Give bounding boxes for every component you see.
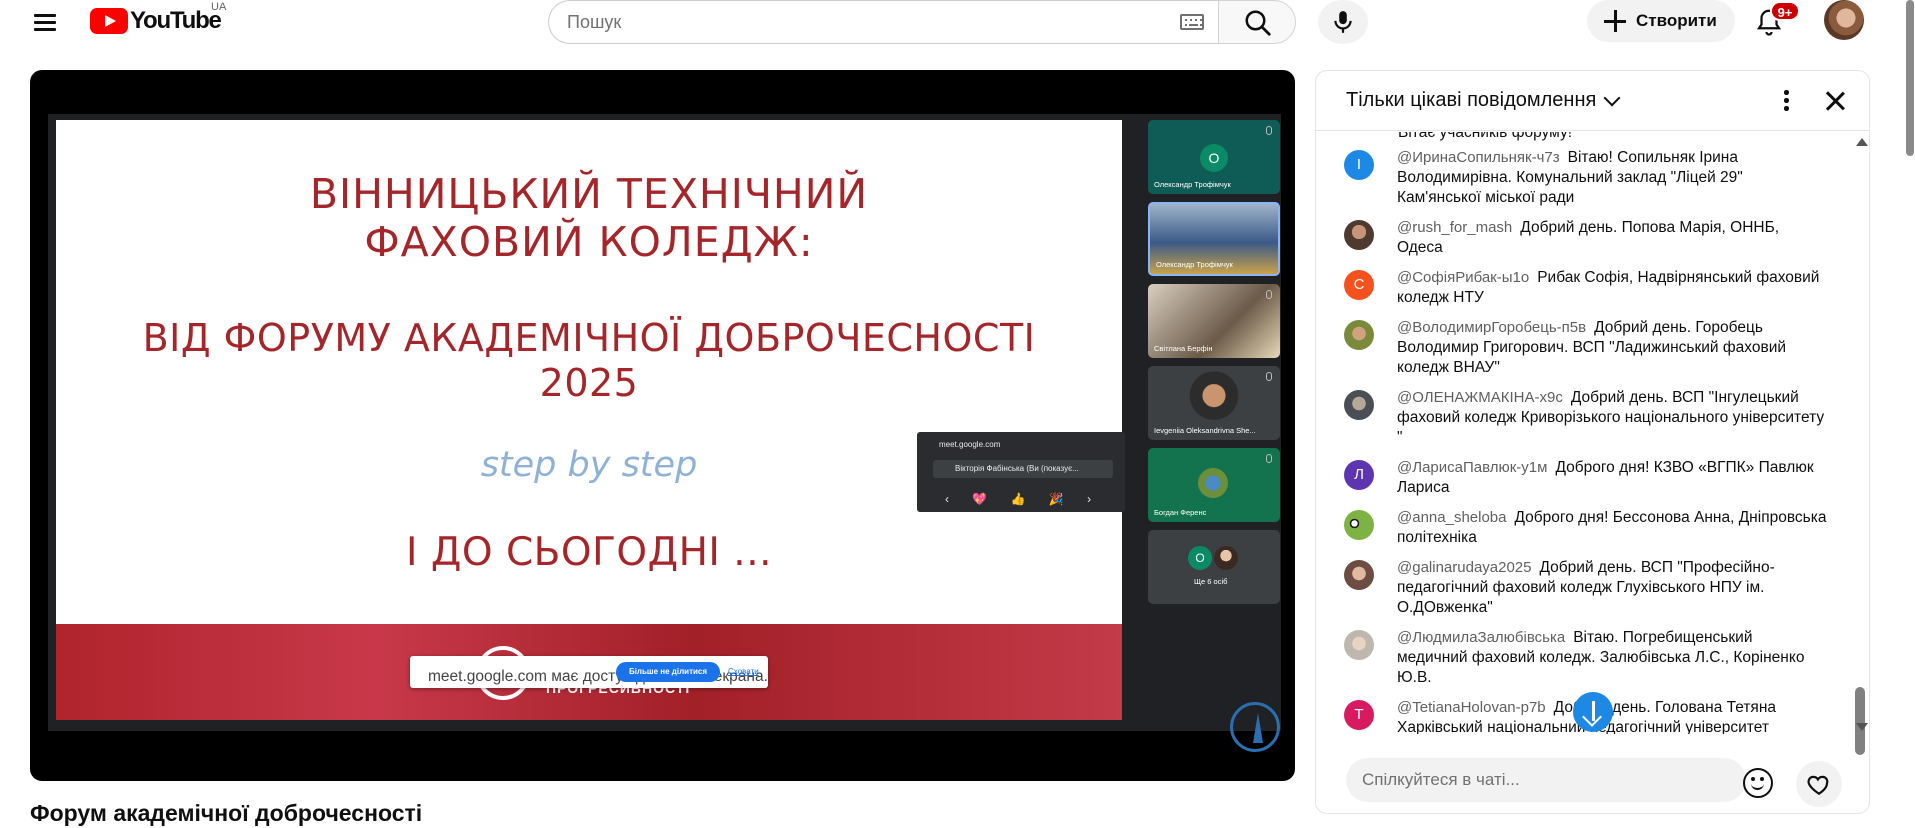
chat-message-text: Вітає учасників форуму! [1398,132,1573,141]
author-avatar[interactable] [1344,630,1374,660]
participant-tile[interactable]: О Ще 6 осіб [1148,530,1280,604]
top-bar: YouTube UA Створити 9+ [0,0,1915,44]
author-name[interactable]: @ЛюдмилаЗалюбівська [1397,629,1565,646]
author-name[interactable]: @ИринаСопильняк-ч7з [1397,149,1560,166]
author-name[interactable]: @rush_for_mash [1397,219,1512,236]
participant-tile: Ievgeniia Oleksandrivna She... [1148,366,1280,440]
close-icon[interactable] [1821,87,1849,115]
author-avatar[interactable] [1344,390,1374,420]
notification-badge: 9+ [1770,1,1800,21]
more-options-icon[interactable] [1776,87,1796,115]
chat-input-box [1346,758,1746,802]
meet-popup: meet.google.com Вікторія Фабінська (Ви (… [917,432,1125,512]
author-name[interactable]: @ЛарисаПавлюк-у1м [1397,459,1547,476]
chat-scrollbar[interactable] [1852,131,1868,755]
scroll-up-arrow-icon[interactable] [1856,138,1868,146]
popup-reactions: ‹ 💖 👍 🎉 › [945,492,1102,506]
jump-to-latest-button[interactable] [1573,692,1613,732]
participant-tile: Світлана Берфін [1148,284,1280,358]
author-name[interactable]: @ВолодимирГоробець-п5в [1397,319,1586,336]
search-button[interactable] [1218,0,1296,44]
participant-initial: О [1188,546,1212,570]
author-avatar[interactable]: Л [1344,460,1374,490]
slide-subtitle: ВІД ФОРУМУ АКАДЕМІЧНОЇ ДОБРОЧЕСНОСТІ 202… [142,316,1036,405]
chevron-down-icon [1603,89,1621,106]
muted-mic-icon [1266,290,1272,299]
muted-mic-icon [1266,372,1272,381]
menu-icon[interactable] [28,6,64,34]
participant-photo [1198,468,1228,498]
chat-header: Тільки цікаві повідомлення [1316,71,1869,131]
video-title: Форум академічної доброчесності [30,800,423,826]
chat-message-list: Вітає учасників форуму! І @ИринаСопильня… [1316,132,1856,734]
popup-url: meet.google.com [939,440,1001,449]
more-participants-label: Ще 6 осіб [1194,577,1228,586]
microphone-icon [1334,11,1352,33]
participant-name: Ievgeniia Oleksandrivna She... [1154,426,1256,435]
author-avatar[interactable] [1344,220,1374,250]
participant-tile: О Олександр Трофімчук [1148,120,1280,194]
author-avatar[interactable] [1344,510,1374,540]
search-box [548,0,1218,44]
popup-presenter: Вікторія Фабінська (Ви (показує... [933,460,1113,478]
participant-name: Олександр Трофімчук [1154,180,1231,189]
participant-photo [1214,546,1238,570]
author-name[interactable]: @ОЛЕНАЖМАКІНА-х9с [1397,389,1563,406]
chat-mode-selector[interactable]: Тільки цікаві повідомлення [1346,89,1621,112]
participant-tile: Олександр Трофімчук [1148,202,1280,276]
slide-title: ВІННИЦЬКИЙ ТЕХНІЧНИЙ ФАХОВИЙ КОЛЕДЖ: [309,170,869,266]
create-button[interactable]: Створити [1587,0,1735,42]
author-avatar[interactable]: T [1344,700,1374,730]
muted-mic-icon [1266,454,1272,463]
slide-closing: І ДО СЬОГОДНІ ... [405,530,772,575]
stop-sharing-button[interactable]: Більше не ділитися [616,662,720,682]
create-label: Створити [1636,11,1717,30]
participant-name: Світлана Берфін [1154,344,1213,353]
youtube-play-icon [90,8,128,34]
search-icon [1245,10,1271,36]
author-name[interactable]: @TetianaHolovan-p7b [1397,699,1546,716]
reaction-button[interactable] [1796,761,1842,807]
author-name[interactable]: @anna_sheloba [1397,509,1506,526]
youtube-logo[interactable]: YouTube [90,6,222,36]
page-scrollbar-thumb[interactable] [1906,0,1914,156]
scroll-down-arrow-icon[interactable] [1856,723,1868,731]
video-player[interactable]: ВІННИЦЬКИЙ ТЕХНІЧНИЙ ФАХОВИЙ КОЛЕДЖ: ВІД… [30,70,1295,781]
author-avatar[interactable]: С [1344,270,1374,300]
participant-name: Олександр Трофімчук [1156,260,1233,269]
keyboard-icon[interactable] [1180,14,1204,30]
page-scrollbar[interactable] [1904,0,1915,828]
search-input[interactable] [567,9,1127,35]
participant-name: Богдан Ференс [1154,508,1207,517]
scrollbar-thumb[interactable] [1855,687,1865,755]
presentation-slide: ВІННИЦЬКИЙ ТЕХНІЧНИЙ ФАХОВИЙ КОЛЕДЖ: ВІД… [56,120,1122,720]
hide-link[interactable]: Сховати [728,667,759,676]
chat-mode-label: Тільки цікаві повідомлення [1346,89,1597,111]
logo-text: YouTube [130,7,222,34]
plus-icon [1602,8,1628,34]
participant-tile: Богдан Ференс [1148,448,1280,522]
region-label: UA [211,1,227,13]
channel-watermark-icon [1230,702,1280,752]
heart-icon [1807,775,1829,795]
screen-share-bar: meet.google.com має доступ до вашого екр… [410,656,768,688]
author-avatar[interactable] [1344,320,1374,350]
voice-search-button[interactable] [1318,0,1368,44]
user-avatar[interactable] [1824,0,1864,40]
author-avatar[interactable] [1344,560,1374,590]
author-name[interactable]: @СофіяРибак-ы1о [1397,269,1529,286]
participant-initial: О [1200,144,1228,172]
author-avatar[interactable]: І [1344,150,1374,180]
muted-mic-icon [1266,126,1272,135]
author-name[interactable]: @galinarudaya2025 [1397,559,1532,576]
chat-input[interactable] [1362,768,1722,792]
emoji-icon[interactable] [1743,768,1773,798]
